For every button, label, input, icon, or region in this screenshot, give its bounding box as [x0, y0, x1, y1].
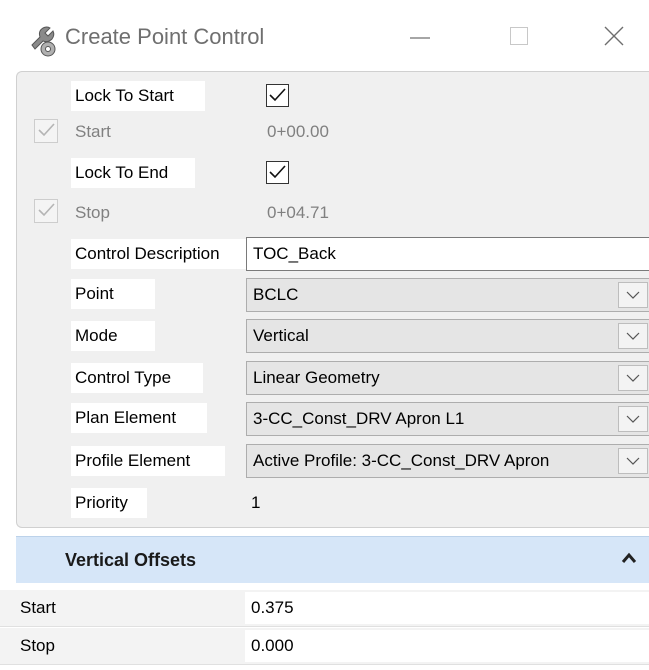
- mode-select[interactable]: Vertical: [246, 319, 649, 353]
- mode-label: Mode: [71, 321, 155, 351]
- title-bar: Create Point Control: [0, 0, 649, 71]
- chevron-up-icon[interactable]: [621, 552, 637, 564]
- maximize-icon[interactable]: [494, 18, 542, 54]
- stop-label: Stop: [75, 203, 110, 222]
- close-icon[interactable]: [590, 18, 638, 54]
- vertical-offsets-header[interactable]: Vertical Offsets: [16, 536, 649, 583]
- point-value: BCLC: [253, 285, 299, 304]
- start-label: Start: [75, 122, 111, 141]
- plan-element-value: 3-CC_Const_DRV Apron L1: [253, 409, 465, 428]
- minimize-icon[interactable]: [396, 18, 444, 54]
- control-type-select[interactable]: Linear Geometry: [246, 361, 649, 395]
- vertical-offset-start-input[interactable]: 0.375: [245, 592, 649, 624]
- lock-to-end-label: Lock To End: [71, 158, 195, 188]
- stop-lock-checkbox: [34, 199, 58, 223]
- profile-element-value: Active Profile: 3-CC_Const_DRV Apron: [253, 451, 550, 470]
- control-description-input[interactable]: TOC_Back: [246, 237, 649, 271]
- point-label: Point: [71, 279, 155, 309]
- profile-element-select[interactable]: Active Profile: 3-CC_Const_DRV Apron: [246, 444, 649, 478]
- chevron-down-icon[interactable]: [618, 323, 648, 349]
- profile-element-label: Profile Element: [71, 446, 225, 476]
- lock-to-start-checkbox[interactable]: [266, 84, 289, 107]
- point-select[interactable]: BCLC: [246, 278, 649, 312]
- chevron-down-icon[interactable]: [618, 282, 648, 308]
- window-title: Create Point Control: [65, 24, 265, 49]
- stop-value: 0+04.71: [267, 203, 329, 222]
- chevron-down-icon[interactable]: [618, 406, 648, 432]
- plan-element-select[interactable]: 3-CC_Const_DRV Apron L1: [246, 402, 649, 436]
- plan-element-label: Plan Element: [71, 403, 207, 433]
- lock-to-end-checkbox[interactable]: [266, 161, 289, 184]
- priority-label: Priority: [71, 488, 147, 518]
- vertical-offset-stop-input[interactable]: 0.000: [245, 630, 649, 662]
- vertical-offset-stop-label: Stop: [20, 636, 55, 655]
- tools-icon: [26, 25, 60, 59]
- start-value: 0+00.00: [267, 122, 329, 141]
- mode-value: Vertical: [253, 326, 309, 345]
- lock-to-start-label: Lock To Start: [71, 81, 205, 111]
- properties-panel: Lock To Start Start 0+00.00 Lock To End …: [16, 71, 649, 528]
- vertical-offset-start-row: Start 0.375: [0, 590, 649, 627]
- chevron-down-icon[interactable]: [618, 365, 648, 391]
- vertical-offset-stop-row: Stop 0.000: [0, 628, 649, 665]
- start-lock-checkbox: [34, 119, 58, 143]
- control-type-label: Control Type: [71, 363, 203, 393]
- vertical-offset-start-label: Start: [20, 598, 56, 617]
- vertical-offsets-title: Vertical Offsets: [65, 550, 197, 570]
- priority-value[interactable]: 1: [251, 488, 260, 518]
- control-description-label: Control Description: [71, 239, 247, 269]
- chevron-down-icon[interactable]: [618, 448, 648, 474]
- control-type-value: Linear Geometry: [253, 368, 380, 387]
